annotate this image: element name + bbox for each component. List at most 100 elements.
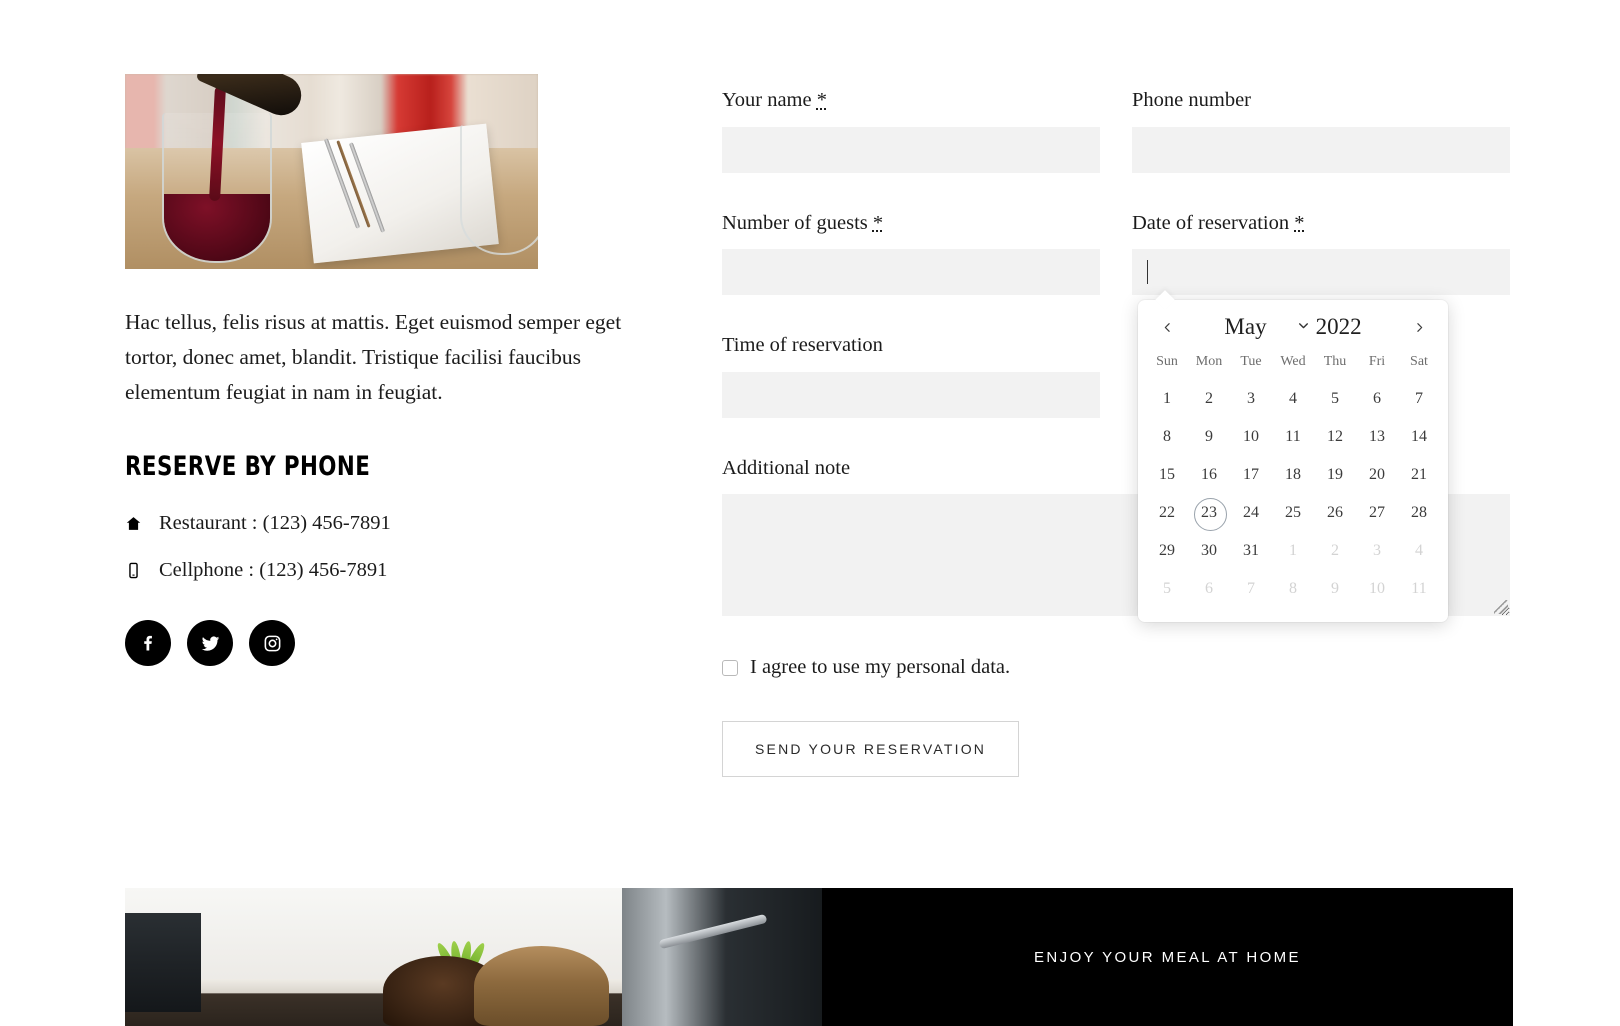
day-cell[interactable]: 7	[1230, 570, 1272, 608]
day-cell[interactable]: 4	[1398, 532, 1440, 570]
consent-checkbox[interactable]	[722, 659, 738, 676]
day-cell[interactable]: 22	[1146, 494, 1188, 532]
contact-text-restaurant: Restaurant : (123) 456-7891	[159, 512, 391, 535]
field-date-of-reservation: Date of reservation *	[1132, 211, 1510, 296]
field-your-name: Your name *	[722, 88, 1100, 173]
required-marker: *	[816, 89, 827, 111]
day-cell[interactable]: 2	[1314, 532, 1356, 570]
day-cell[interactable]: 19	[1314, 456, 1356, 494]
weekday-sat: Sat	[1410, 354, 1428, 369]
day-cell[interactable]: 30	[1188, 532, 1230, 570]
field-time-of-reservation: Time of reservation	[722, 333, 1100, 418]
label-your-name: Your name *	[722, 89, 827, 111]
banner-heading: ENJOY YOUR MEAL AT HOME	[1034, 948, 1301, 966]
contact-text-cellphone: Cellphone : (123) 456-7891	[159, 559, 388, 582]
day-cell[interactable]: 18	[1272, 456, 1314, 494]
day-cell[interactable]: 3	[1356, 532, 1398, 570]
day-cell[interactable]: 8	[1146, 418, 1188, 456]
phone-number-input[interactable]	[1132, 126, 1510, 173]
consent-row: I agree to use my personal data.	[722, 656, 1512, 679]
day-cell[interactable]: 1	[1272, 532, 1314, 570]
date-picker-days-grid: 1 2 3 4 5 6 7 8 9 10 11 12 13 14 15 16 17 18 19 20 21 22 23 24 2…	[1146, 380, 1440, 608]
send-reservation-button[interactable]: SEND YOUR RESERVATION	[722, 721, 1020, 778]
day-cell[interactable]: 5	[1146, 570, 1188, 608]
required-marker: *	[872, 211, 884, 234]
weekday-thu: Thu	[1323, 354, 1347, 369]
day-cell[interactable]: 21	[1398, 456, 1440, 494]
weekday-fri: Fri	[1368, 354, 1386, 369]
day-cell[interactable]: 5	[1314, 380, 1356, 418]
date-picker-weekday-row: Sun Mon Tue Wed Thu Fri Sat	[1146, 348, 1440, 380]
reserve-by-phone-heading: RESERVE BY PHONE	[125, 451, 371, 483]
year-value[interactable]: 2022	[1316, 314, 1362, 340]
consent-label: I agree to use my personal data.	[750, 656, 1011, 679]
instagram-icon[interactable]	[249, 620, 295, 667]
day-cell[interactable]: 25	[1272, 494, 1314, 532]
day-cell[interactable]: 12	[1314, 418, 1356, 456]
couple-in-kitchen-image	[125, 888, 822, 1026]
weekday-mon: Mon	[1195, 354, 1223, 369]
contact-row-cellphone: Cellphone : (123) 456-7891	[125, 559, 645, 582]
day-cell[interactable]: 11	[1272, 418, 1314, 456]
date-of-reservation-input[interactable]	[1132, 249, 1510, 296]
label-number-of-guests: Number of guests *	[722, 211, 884, 234]
social-links	[125, 620, 645, 667]
day-cell[interactable]: 28	[1398, 494, 1440, 532]
facebook-icon[interactable]	[125, 620, 171, 667]
day-cell[interactable]: 7	[1398, 380, 1440, 418]
your-name-input[interactable]	[722, 126, 1100, 173]
wine-pouring-image	[125, 74, 538, 269]
month-select[interactable]: May	[1224, 314, 1309, 340]
day-cell[interactable]: 2	[1188, 380, 1230, 418]
day-cell[interactable]: 29	[1146, 532, 1188, 570]
mobile-phone-icon	[125, 562, 159, 579]
left-column: Hac tellus, felis risus at mattis. Eget …	[125, 74, 645, 667]
weekday-tue: Tue	[1240, 354, 1262, 369]
reservation-page: Hac tellus, felis risus at mattis. Eget …	[0, 0, 1620, 1026]
weekday-sun: Sun	[1156, 354, 1178, 369]
home-icon	[125, 515, 159, 532]
contact-row-restaurant: Restaurant : (123) 456-7891	[125, 512, 645, 535]
field-number-of-guests: Number of guests *	[722, 211, 1100, 296]
intro-paragraph: Hac tellus, felis risus at mattis. Eget …	[125, 310, 622, 404]
label-date-of-reservation: Date of reservation *	[1132, 211, 1305, 234]
required-marker: *	[1294, 211, 1305, 234]
day-cell[interactable]: 31	[1230, 532, 1272, 570]
month-label: May	[1224, 314, 1267, 339]
number-of-guests-input[interactable]	[722, 249, 1100, 296]
day-cell[interactable]: 3	[1230, 380, 1272, 418]
chevron-right-icon[interactable]	[1406, 314, 1432, 340]
day-cell[interactable]: 10	[1356, 570, 1398, 608]
day-cell[interactable]: 9	[1188, 418, 1230, 456]
label-phone-number: Phone number	[1132, 89, 1251, 111]
label-time-of-reservation: Time of reservation	[722, 334, 883, 357]
day-cell[interactable]: 23	[1188, 494, 1230, 532]
day-cell[interactable]: 13	[1356, 418, 1398, 456]
day-cell[interactable]: 27	[1356, 494, 1398, 532]
weekday-wed: Wed	[1280, 354, 1306, 369]
day-cell[interactable]: 26	[1314, 494, 1356, 532]
day-cell[interactable]: 4	[1272, 380, 1314, 418]
field-phone-number: Phone number	[1132, 88, 1510, 173]
date-picker-popup: May 2022 Sun Mon Tue Wed Thu Fri Sat 123456789…	[1138, 300, 1448, 622]
chevron-left-icon[interactable]	[1154, 314, 1180, 340]
chevron-down-icon	[1297, 319, 1310, 336]
contact-list: Restaurant : (123) 456-7891 Cellphone : …	[125, 512, 645, 582]
day-cell[interactable]: 9	[1314, 570, 1356, 608]
day-cell[interactable]: 6	[1188, 570, 1230, 608]
day-cell[interactable]: 16	[1188, 456, 1230, 494]
day-cell[interactable]: 11	[1398, 570, 1440, 608]
day-cell[interactable]: 20	[1356, 456, 1398, 494]
day-cell[interactable]: 8	[1272, 570, 1314, 608]
banner-text-panel: ENJOY YOUR MEAL AT HOME	[822, 888, 1513, 1026]
twitter-icon[interactable]	[187, 620, 233, 667]
day-cell[interactable]: 1	[1146, 380, 1188, 418]
day-cell[interactable]: 15	[1146, 456, 1188, 494]
day-cell[interactable]: 17	[1230, 456, 1272, 494]
day-cell[interactable]: 10	[1230, 418, 1272, 456]
day-cell[interactable]: 6	[1356, 380, 1398, 418]
time-of-reservation-input[interactable]	[722, 371, 1100, 418]
day-cell[interactable]: 24	[1230, 494, 1272, 532]
date-picker-header: May 2022	[1146, 310, 1440, 348]
day-cell[interactable]: 14	[1398, 418, 1440, 456]
